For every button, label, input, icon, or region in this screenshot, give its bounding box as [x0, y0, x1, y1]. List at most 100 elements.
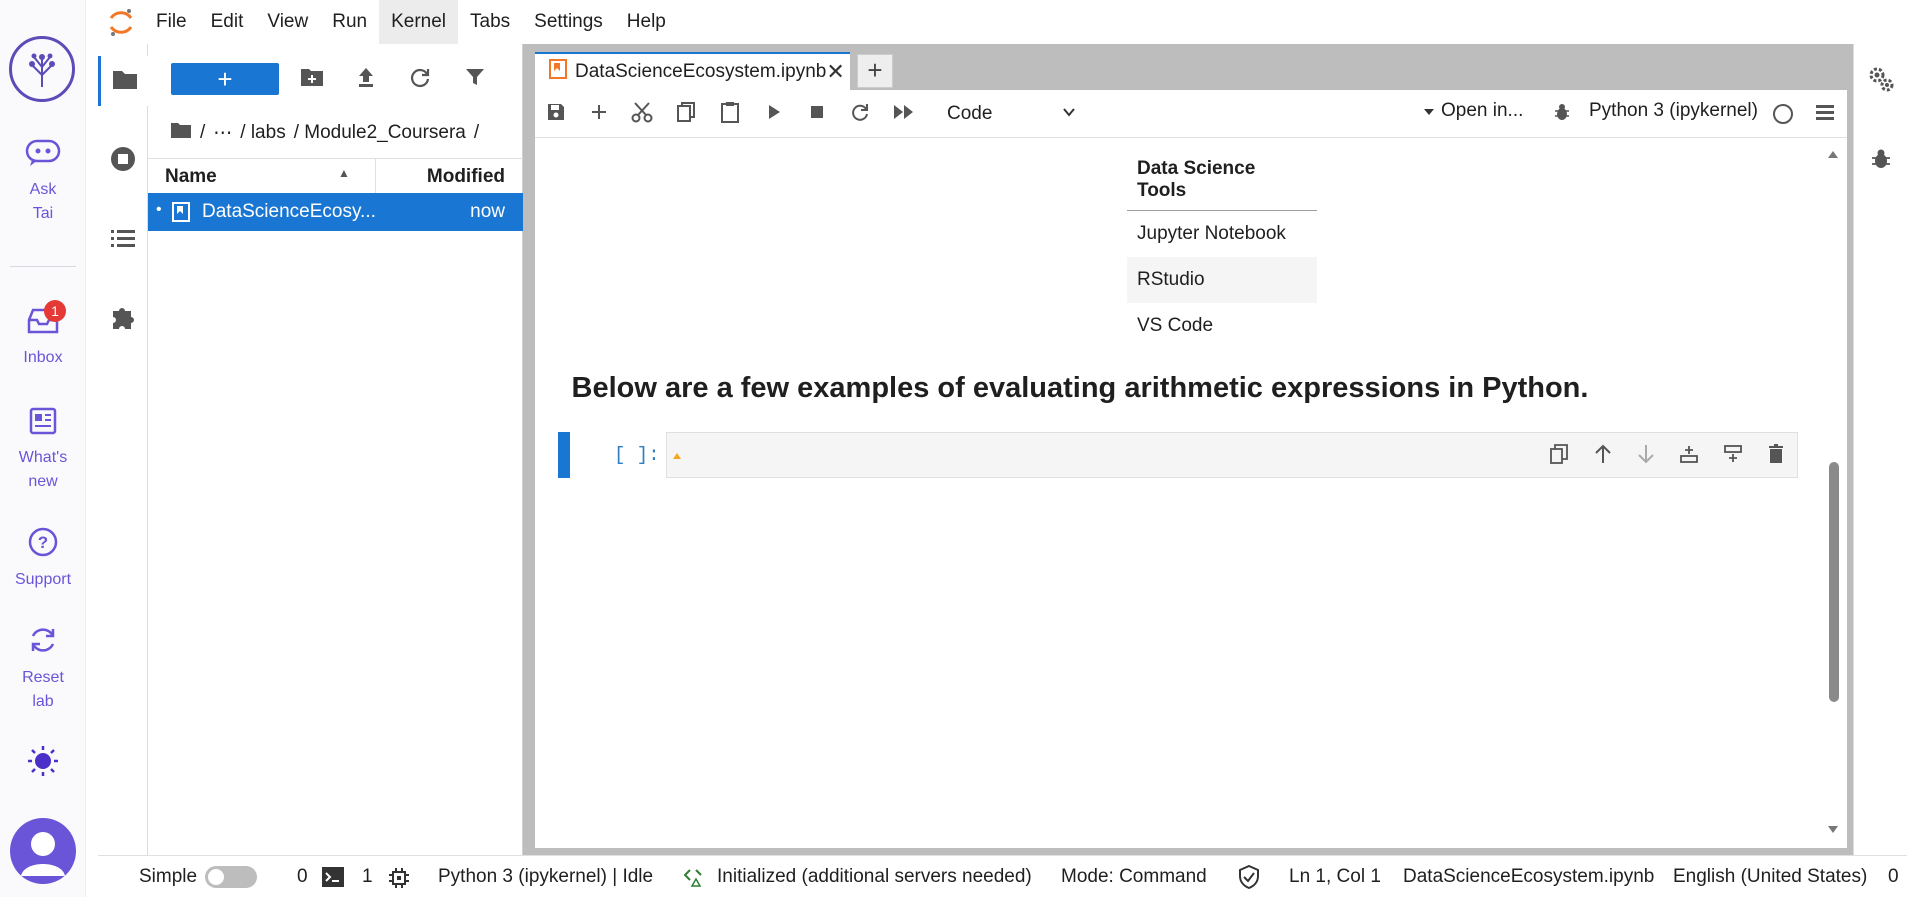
terminal-count[interactable]: 0	[297, 866, 308, 888]
move-cell-down-button[interactable]	[1632, 442, 1660, 470]
extensions-tab[interactable]	[98, 294, 148, 344]
open-in-label: Open in...	[1441, 100, 1524, 121]
file-browser-tab[interactable]	[98, 56, 148, 106]
arrow-up-icon	[1594, 444, 1612, 469]
lsp-status[interactable]: Initialized (additional servers needed)	[717, 866, 1032, 888]
tab-notebook[interactable]: DataScienceEcosystem.ipynb ✕	[535, 52, 850, 90]
terminal-icon[interactable]	[322, 867, 344, 893]
filter-button[interactable]	[460, 64, 490, 94]
menu-help[interactable]: Help	[615, 0, 678, 44]
restart-run-all-button[interactable]	[889, 99, 919, 129]
column-name[interactable]: Name	[165, 166, 217, 188]
warning-caret-icon	[673, 453, 681, 459]
code-cell[interactable]: [ ]:	[558, 432, 1798, 478]
reset-lab-button[interactable]: Reset lab	[0, 624, 86, 714]
add-tab-button[interactable]: +	[857, 54, 893, 88]
delete-cell-button[interactable]	[1762, 442, 1790, 470]
column-modified[interactable]: Modified	[427, 166, 505, 188]
clipboard-icon	[720, 101, 740, 128]
notebook-menu-button[interactable]	[1810, 99, 1840, 129]
filter-icon	[465, 67, 485, 92]
scrollbar-thumb[interactable]	[1829, 462, 1839, 702]
refresh-icon	[0, 624, 86, 664]
kernel-status[interactable]: Python 3 (ipykernel) | Idle	[438, 866, 653, 888]
open-in-dropdown[interactable]: Open in...	[1423, 100, 1523, 122]
copy-button[interactable]	[671, 99, 701, 129]
code-editor[interactable]	[666, 432, 1798, 478]
breadcrumb-module[interactable]: / Module2_Coursera	[294, 122, 466, 144]
ask-tai-button[interactable]: Ask Tai	[0, 138, 86, 226]
file-list-item[interactable]: • DataScienceEcosy... now	[148, 193, 523, 231]
close-tab-icon[interactable]: ✕	[826, 59, 844, 85]
theme-toggle-button[interactable]	[0, 744, 86, 788]
upload-button[interactable]	[351, 64, 381, 94]
menu-edit[interactable]: Edit	[199, 0, 256, 44]
cursor-position[interactable]: Ln 1, Col 1	[1289, 866, 1381, 888]
cut-button[interactable]	[627, 99, 657, 129]
menu-kernel[interactable]: Kernel	[379, 0, 458, 44]
run-cell-button[interactable]	[759, 99, 789, 129]
right-sidebar	[1853, 44, 1907, 855]
whats-new-button[interactable]: What's new	[0, 406, 86, 494]
table-row: VS Code	[1137, 314, 1214, 336]
duplicate-cell-button[interactable]	[1545, 442, 1573, 470]
insert-cell-button[interactable]	[584, 99, 614, 129]
kernel-count[interactable]: 1	[362, 866, 373, 888]
refresh-file-list-button[interactable]	[405, 64, 435, 94]
file-list-header: Name ▲ Modified	[148, 158, 523, 194]
breadcrumb-root[interactable]: /	[200, 122, 205, 144]
insert-cell-below-button[interactable]	[1719, 442, 1747, 470]
move-cell-up-button[interactable]	[1589, 442, 1617, 470]
display-language[interactable]: English (United States)	[1673, 866, 1867, 888]
breadcrumb-labs[interactable]: / labs	[240, 122, 285, 144]
save-button[interactable]	[541, 99, 571, 129]
inbox-icon	[0, 306, 86, 344]
simple-mode-toggle[interactable]	[205, 866, 257, 888]
sun-icon	[0, 744, 86, 786]
list-icon	[110, 228, 136, 255]
hamburger-icon	[1815, 103, 1835, 126]
ask-tai-label-2: Tai	[32, 205, 54, 222]
active-file-name: DataScienceEcosystem.ipynb	[1403, 866, 1655, 887]
notebook-icon	[172, 202, 190, 228]
tab-label: DataScienceEcosystem.ipynb	[575, 61, 827, 82]
gears-icon	[1867, 65, 1895, 98]
inbox-button[interactable]: Inbox	[0, 306, 86, 370]
menu-run[interactable]: Run	[320, 0, 379, 44]
insert-cell-above-button[interactable]	[1675, 442, 1703, 470]
debugger-button[interactable]	[1547, 99, 1577, 129]
active-cell-indicator[interactable]	[558, 432, 570, 478]
menu-view[interactable]: View	[255, 0, 320, 44]
whats-new-label-2: new	[28, 473, 58, 490]
interrupt-kernel-button[interactable]	[802, 99, 832, 129]
breadcrumb-ellipsis[interactable]: ⋯	[213, 122, 232, 145]
file-modified: now	[470, 201, 505, 222]
menu-tabs[interactable]: Tabs	[458, 0, 522, 44]
table-header: Data Science Tools	[1127, 150, 1317, 211]
stop-circle-icon	[109, 145, 137, 178]
user-avatar[interactable]	[10, 818, 76, 884]
puzzle-icon	[109, 303, 137, 336]
paste-button[interactable]	[715, 99, 745, 129]
support-button[interactable]: ? Support	[0, 526, 86, 592]
menu-file[interactable]: File	[144, 0, 199, 44]
plus-icon	[590, 103, 608, 126]
menu-settings[interactable]: Settings	[522, 0, 615, 44]
new-launcher-button[interactable]: +	[171, 63, 279, 95]
cpu-chip-icon[interactable]	[388, 867, 410, 895]
lab-logo-icon[interactable]	[9, 36, 75, 102]
folder-home-icon[interactable]	[170, 121, 192, 145]
duplicate-icon	[1550, 443, 1568, 469]
new-folder-button[interactable]	[297, 64, 327, 94]
kernel-name-button[interactable]: Python 3 (ipykernel)	[1589, 100, 1758, 122]
restart-kernel-button[interactable]	[845, 99, 875, 129]
running-sessions-tab[interactable]	[98, 136, 148, 186]
table-of-contents-tab[interactable]	[98, 216, 148, 266]
rail-divider	[10, 266, 76, 267]
column-divider[interactable]	[375, 159, 376, 193]
debugger-tab[interactable]	[1856, 136, 1906, 186]
trusted-shield-icon[interactable]	[1238, 864, 1260, 895]
property-inspector-tab[interactable]	[1856, 56, 1906, 106]
reset-lab-label-2: lab	[32, 693, 54, 710]
cell-type-select[interactable]: Code	[947, 100, 1077, 128]
